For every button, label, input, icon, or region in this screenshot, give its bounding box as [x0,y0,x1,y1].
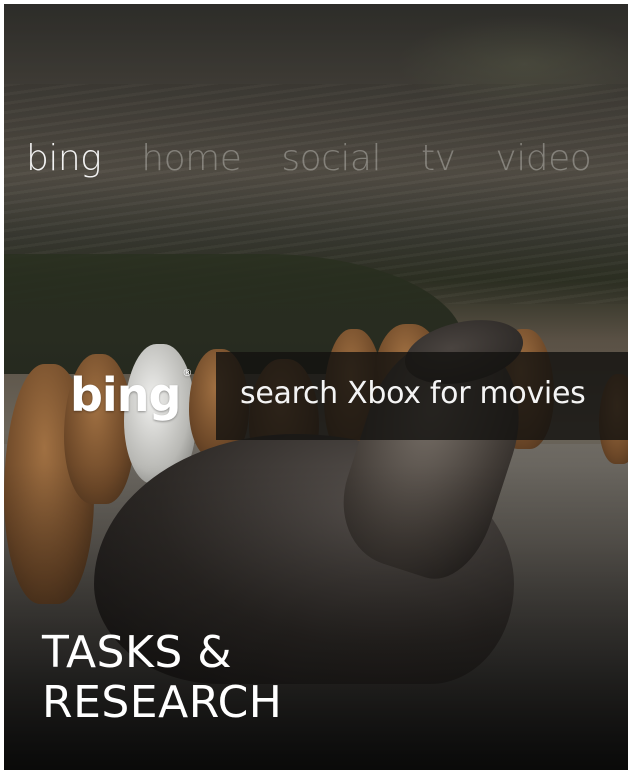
headline-line-2: RESEARCH [42,677,283,728]
screenshot-frame: bing home social tv video gam bing® sear… [0,0,628,770]
headline-line-1: TASKS & [42,627,233,678]
nav-item-tv[interactable]: tv [421,138,456,179]
nav-item-video[interactable]: video [495,138,591,179]
nav-item-home[interactable]: home [141,138,242,179]
nav-item-social[interactable]: social [281,138,381,179]
bing-logo: bing ® [70,368,192,422]
nav-item-bing[interactable]: bing [26,138,102,179]
bing-nav-bar: bing home social tv video gam [26,138,628,188]
feature-headline: TASKS & RESEARCH [42,628,282,728]
trademark-mark: ® [182,368,192,379]
bing-logo-text: bing [70,368,181,422]
search-prompt-text[interactable]: search Xbox for movies [240,376,586,411]
